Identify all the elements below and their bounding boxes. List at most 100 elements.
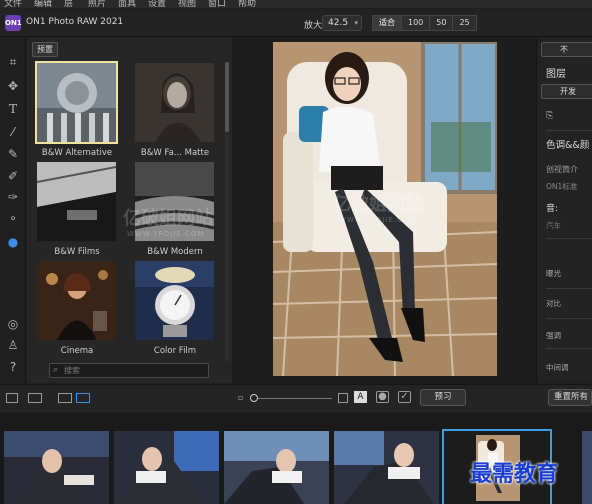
crop-icon[interactable]: ⌗ — [5, 54, 21, 70]
panel-toggle-icon[interactable] — [6, 393, 18, 403]
divider — [546, 130, 592, 131]
compare-icon[interactable] — [28, 393, 42, 403]
title-bar: ON1 ON1 Photo RAW 2021 放大 42.5 ▾ 适合 100 … — [0, 9, 592, 37]
menu-window[interactable]: 窗口 — [208, 0, 226, 8]
divider — [546, 238, 592, 239]
preset-thumb-color-film[interactable] — [135, 261, 214, 340]
check-icon[interactable]: ✓ — [398, 391, 411, 403]
text-icon[interactable]: T — [5, 101, 21, 117]
zoom-label: 放大 — [304, 21, 323, 31]
filmstrip-image — [114, 431, 219, 504]
preset-search-input[interactable]: ⌕ 搜索 — [49, 363, 209, 378]
watermark-text-left: 亿破姐网站 — [123, 208, 213, 229]
filmstrip-image — [582, 431, 592, 504]
midtones-label: 中间调 — [546, 363, 569, 372]
export-icon[interactable]: ⎘ — [546, 111, 553, 121]
main-photo[interactable]: 亿破姐网站 WWW.YPOJIE.COM — [273, 42, 497, 376]
filmstrip-item[interactable] — [114, 431, 219, 504]
zoom-fit-button[interactable]: 适合 — [372, 15, 402, 31]
highlights-label: 强调 — [546, 331, 561, 340]
preset-label: Cinema — [60, 346, 94, 356]
watermark-url-left: WWW.YPOJIE.COM — [127, 230, 205, 238]
preset-label: B&W Alternative — [41, 148, 113, 158]
preset-thumb-bw-films[interactable] — [37, 162, 116, 241]
filmstrip-item[interactable] — [582, 431, 592, 504]
help-icon[interactable]: ? — [5, 359, 21, 375]
grid-view-icon[interactable] — [76, 393, 90, 403]
preview-button[interactable]: 预习 — [420, 389, 466, 406]
menu-mask[interactable]: 面具 — [118, 0, 136, 8]
bottom-toolbar: ▫ A ● ✓ 预习 重置所有 — [0, 384, 592, 412]
search-icon: ⌕ — [53, 365, 59, 375]
preset-thumb-bw-alternative[interactable] — [35, 61, 118, 144]
app-title: ON1 Photo RAW 2021 — [26, 17, 124, 27]
filmstrip-item[interactable] — [4, 431, 109, 504]
contrast-slider[interactable] — [546, 318, 592, 319]
reset-all-button[interactable]: 重置所有 — [548, 389, 592, 406]
user-icon[interactable]: ♙ — [5, 337, 21, 353]
zoom-slider-knob[interactable] — [250, 394, 258, 402]
preset-thumb-bw-faded-matte[interactable] — [135, 63, 214, 142]
menu-layer[interactable]: 层 — [64, 0, 73, 8]
zoom-100-button[interactable]: 100 — [401, 15, 431, 31]
single-view-icon[interactable] — [58, 393, 72, 403]
move-icon[interactable]: ✥ — [5, 78, 21, 94]
filmstrip-image — [334, 431, 439, 504]
preset-label: Color Film — [153, 346, 197, 356]
zoom-select[interactable]: 42.5 ▾ — [322, 15, 362, 31]
adjust-label: 创视筒介 — [546, 165, 578, 174]
zoom-value: 42.5 — [328, 18, 349, 28]
gradient-icon[interactable]: ✑ — [5, 189, 21, 205]
tone-section-label: 音: — [546, 204, 559, 214]
preset-scrollbar[interactable] — [225, 62, 229, 362]
chevron-down-icon: ▾ — [354, 19, 358, 27]
watermark-url: WWW.YPOJIE.COM — [339, 216, 417, 224]
scroll-thumb[interactable] — [225, 62, 229, 132]
watermark-text: 亿破姐网站 — [333, 194, 423, 215]
filmstrip-item[interactable] — [334, 431, 439, 504]
preset-image — [37, 63, 116, 142]
preset-thumb-cinema[interactable] — [37, 261, 116, 340]
menu-help[interactable]: 帮助 — [238, 0, 256, 8]
circle-icon[interactable]: ● — [376, 391, 389, 403]
layers-label: 图层 — [546, 69, 566, 80]
menu-bar: 文件 编辑 层 照片 面具 设置 视图 窗口 帮助 — [0, 0, 592, 8]
menu-view[interactable]: 视图 — [178, 0, 196, 8]
brush-icon[interactable]: ⁄ — [5, 124, 21, 140]
highlights-slider[interactable] — [546, 348, 592, 349]
on1-standard-label: ON1标准 — [546, 182, 578, 191]
masking-brush-icon[interactable]: ✎ — [5, 146, 21, 162]
a-icon[interactable]: A — [354, 391, 367, 403]
menu-file[interactable]: 文件 — [4, 0, 22, 8]
filmstrip-item[interactable] — [224, 431, 329, 504]
menu-photo[interactable]: 照片 — [88, 0, 106, 8]
right-top-button[interactable]: 不 — [541, 42, 592, 57]
app-logo: ON1 — [5, 15, 22, 31]
search-placeholder: 搜索 — [64, 366, 80, 375]
filmstrip-image — [4, 431, 109, 504]
square-icon[interactable] — [338, 393, 348, 403]
zoom-50-button[interactable]: 50 — [429, 15, 454, 31]
right-panel: 不 图层 开发 ⎘ 色调&&颜 创视筒介 ON1标准 音: 汽车 曝光 对比 强… — [536, 38, 592, 383]
filmstrip-image — [224, 431, 329, 504]
preset-label: B&W Fa... Matte — [140, 148, 210, 158]
develop-button[interactable]: 开发 — [541, 84, 592, 99]
preset-label: B&W Modern — [147, 247, 203, 257]
zoom-25-button[interactable]: 25 — [452, 15, 477, 31]
auto-label[interactable]: 汽车 — [546, 220, 561, 231]
menu-edit[interactable]: 编辑 — [34, 0, 52, 8]
tone-color-label: 色调&&颜 — [546, 140, 590, 151]
menu-settings[interactable]: 设置 — [148, 0, 166, 8]
photo-canvas[interactable]: 亿破姐网站 WWW.YPOJIE.COM 亿破姐网站 WWW.YPOJIE.CO… — [123, 38, 535, 383]
retouch-brush-icon[interactable]: ✐ — [5, 168, 21, 184]
preset-image — [135, 63, 214, 142]
exposure-slider[interactable] — [546, 288, 592, 289]
preset-button[interactable]: 预置 — [32, 42, 58, 57]
refine-icon[interactable]: ● — [5, 234, 21, 250]
zoom-preset-group: 适合 100 50 25 — [372, 15, 477, 31]
zoom-out-icon[interactable]: ▫ — [238, 393, 243, 402]
view-mode-icon[interactable]: ◎ — [5, 316, 21, 332]
tool-strip: ⌗ ✥ T ⁄ ✎ ✐ ✑ ∘ ● ◎ ♙ ? — [0, 38, 26, 410]
stamp-icon[interactable]: ∘ — [5, 210, 21, 226]
zoom-slider-track[interactable] — [252, 398, 332, 399]
